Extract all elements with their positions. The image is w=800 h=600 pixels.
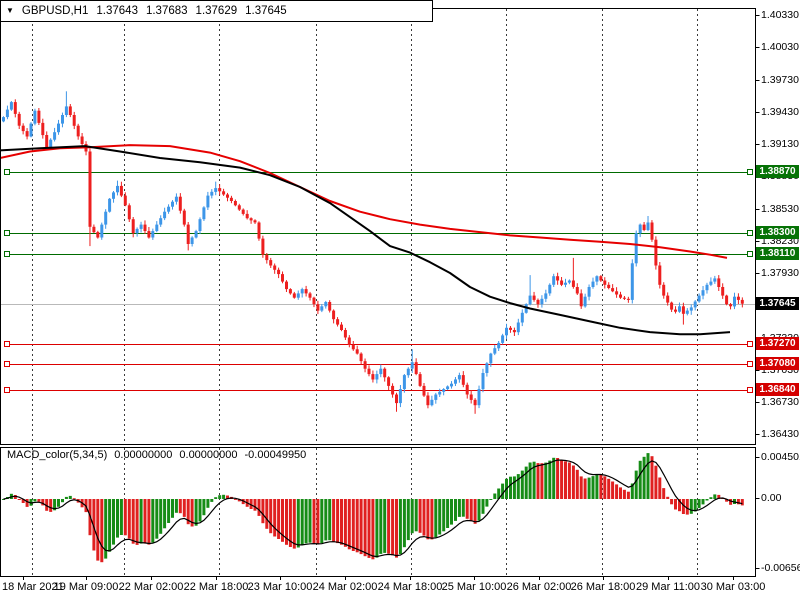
time-axis-label: 24 Mar 18:00 [377,581,443,593]
ohlc-open: 1.37643 [96,5,138,17]
macd-axis-label: 0.0045011 [761,450,800,463]
trading-chart-window: ▼ GBPUSD,H1 1.37643 1.37683 1.37629 1.37… [0,0,800,600]
time-axis-label: 24 Mar 02:00 [312,581,378,593]
time-axis-label: 22 Mar 02:00 [118,581,184,593]
time-axis-label: 19 Mar 09:00 [53,581,119,593]
macd-value-2: 0.00000000 [179,449,238,461]
price-tick-label: 1.40030 [761,41,799,53]
macd-axis-label: 0.00 [761,491,782,504]
ma-black-line [0,145,731,336]
current-price-badge: 1.37645 [756,297,799,310]
macd-indicator-name: MACD_color(5,34,5) [7,449,108,461]
price-tick-label: 1.39430 [761,106,799,118]
level-price-badge: 1.38300 [756,226,799,239]
moving-averages-layer [0,144,731,336]
price-tick-label: 1.36430 [761,428,799,440]
candles-layer [2,91,744,414]
ohlc-high: 1.37683 [145,5,188,17]
level-price-badge: 1.37080 [756,357,799,370]
chart-plot-surface[interactable] [0,0,800,600]
level-price-badge: 1.38110 [756,247,799,260]
level-lines-layer [1,169,755,393]
time-axis-label: 25 Mar 10:00 [441,581,507,593]
level-price-badge: 1.38870 [756,165,799,178]
time-axis-label: 26 Mar 02:00 [506,581,572,593]
price-tick-label: 1.39130 [761,138,799,150]
macd-value-1: 0.00000000 [114,449,173,461]
level-price-badge: 1.37270 [756,337,799,350]
price-tick-label: 1.36730 [761,396,799,408]
time-axis-label: 30 Mar 03:00 [700,581,766,593]
time-axis-label: 22 Mar 18:00 [183,581,249,593]
macd-value-3: -0.00049950 [244,449,307,461]
price-tick-label: 1.37930 [761,267,799,279]
frame-layer [0,8,756,577]
time-axis-label: 23 Mar 10:00 [247,581,313,593]
symbol-dropdown-icon[interactable]: ▼ [6,7,14,15]
price-tick-label: 1.40330 [761,9,799,21]
level-price-badge: 1.36840 [756,383,799,396]
symbol-period-label: GBPUSD,H1 [21,5,89,17]
price-tick-label: 1.39730 [761,74,799,86]
time-axis-label: 26 Mar 18:00 [570,581,636,593]
macd-layer [2,453,744,563]
ohlc-close: 1.37645 [245,5,287,17]
ohlc-low: 1.37629 [195,5,238,17]
price-tick-label: 1.38530 [761,203,799,215]
macd-axis-label: -0.006569 [761,561,800,574]
macd-indicator-header: MACD_color(5,34,5) 0.00000000 0.00000000… [7,449,306,461]
time-axis-label: 29 Mar 11:00 [635,581,701,593]
symbol-ohlc-header: ▼ GBPUSD,H1 1.37643 1.37683 1.37629 1.37… [0,0,433,22]
